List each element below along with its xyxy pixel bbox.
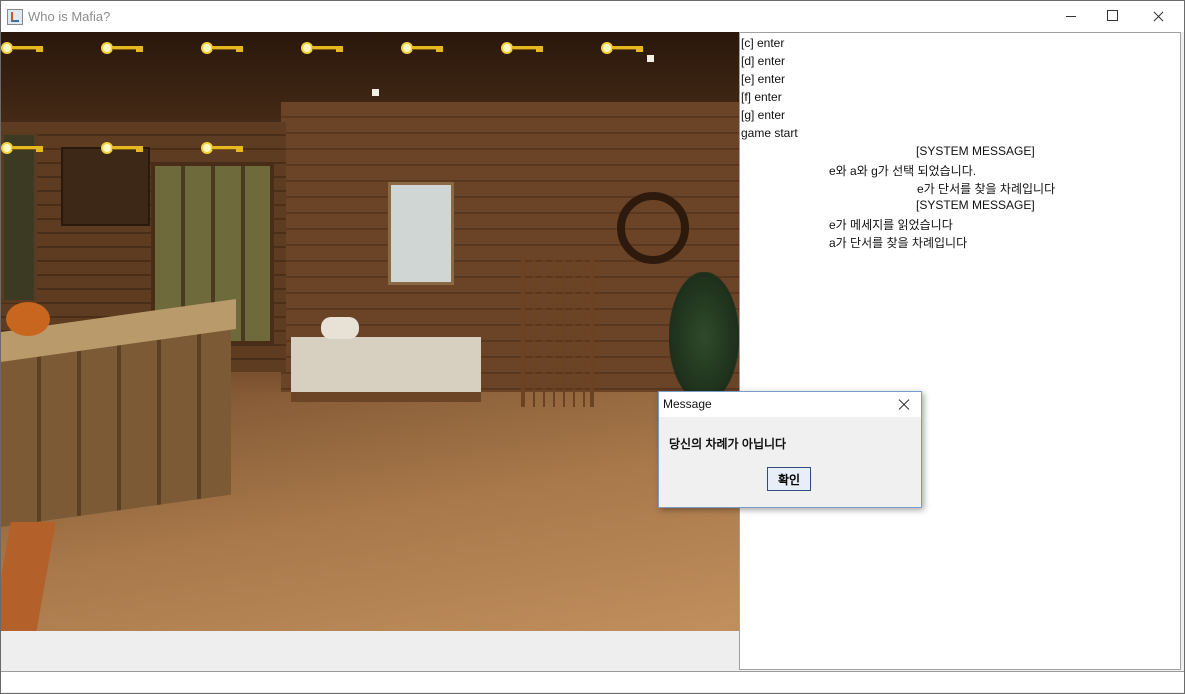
chat-log[interactable]: [c] enter [d] enter [e] enter [f] enter …	[739, 32, 1181, 670]
minimize-button[interactable]	[1048, 1, 1094, 32]
key-icon[interactable]	[501, 41, 545, 54]
game-window: Who is Mafia? [c] enter [d] enter [e] en…	[0, 0, 1185, 694]
key-icon[interactable]	[201, 41, 245, 54]
wall-poster	[388, 182, 454, 285]
key-icon[interactable]	[601, 41, 645, 54]
bed	[291, 337, 481, 402]
maximize-button[interactable]	[1089, 1, 1135, 32]
pumpkin	[6, 302, 50, 336]
key-icon[interactable]	[301, 41, 345, 54]
key-icon[interactable]	[101, 41, 145, 54]
key-icon[interactable]	[1, 41, 45, 54]
kitchen-counter	[1, 329, 231, 527]
game-room-scene	[1, 32, 739, 631]
chat-line: [SYSTEM MESSAGE]	[916, 198, 1035, 212]
chat-line: [f] enter	[741, 90, 782, 104]
chat-line: [SYSTEM MESSAGE]	[916, 144, 1035, 158]
pillow	[321, 317, 359, 339]
window-title: Who is Mafia?	[28, 9, 111, 24]
key-icon[interactable]	[1, 141, 45, 154]
chat-line: [d] enter	[741, 54, 786, 68]
key-icon[interactable]	[101, 141, 145, 154]
ok-button[interactable]: 확인	[767, 467, 811, 491]
dialog-title: Message	[663, 397, 712, 411]
close-button[interactable]	[1135, 1, 1181, 32]
dialog-message: 당신의 차례가 아닙니다	[669, 437, 787, 451]
dialog-close-icon[interactable]	[895, 395, 913, 413]
chat-line: game start	[741, 126, 798, 140]
key-icon[interactable]	[401, 41, 445, 54]
potted-plant	[669, 272, 739, 402]
java-app-icon	[7, 9, 23, 25]
bottom-panel	[1, 631, 739, 670]
dialog-title-bar[interactable]: Message	[659, 392, 921, 417]
chat-line: a가 단서를 찾을 차례입니다	[829, 236, 968, 250]
chat-line: e와 a와 g가 선택 되었습니다.	[829, 164, 977, 178]
chat-line: [g] enter	[741, 108, 786, 122]
chat-line: [e] enter	[741, 72, 786, 86]
key-icon[interactable]	[201, 141, 245, 154]
status-bar	[1, 671, 1184, 692]
ship-wheel	[617, 192, 689, 264]
title-bar[interactable]: Who is Mafia?	[1, 1, 1184, 32]
chat-line: e가 단서를 찾을 차례입니다	[917, 182, 1056, 196]
rocking-chair	[521, 257, 594, 407]
message-dialog: Message 당신의 차례가 아닙니다 확인	[658, 391, 922, 508]
chat-line: [c] enter	[741, 36, 785, 50]
chat-line: e가 메세지를 읽었습니다	[829, 218, 953, 232]
player-keys	[1, 32, 739, 162]
